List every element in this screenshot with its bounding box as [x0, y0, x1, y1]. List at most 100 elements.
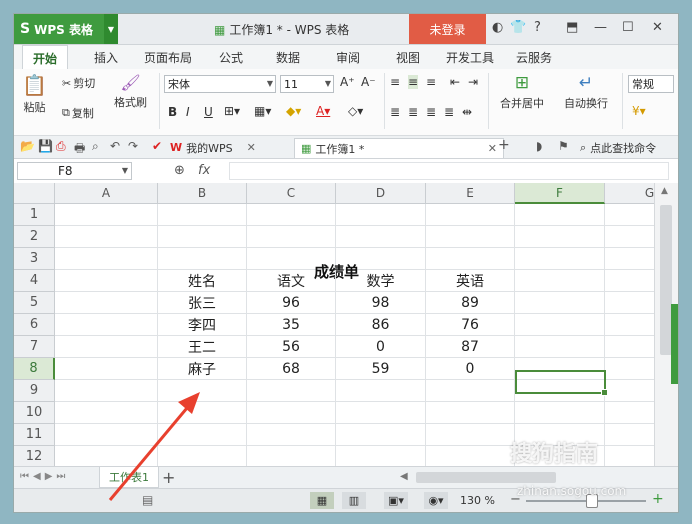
column-header-a[interactable]: A — [55, 183, 158, 204]
data-cell[interactable]: 李四 — [158, 314, 247, 336]
row-header-7[interactable]: 7 — [14, 336, 55, 358]
grid-cell[interactable] — [55, 204, 158, 226]
grid-cell[interactable] — [247, 446, 336, 466]
skin-icon[interactable]: ◐ — [492, 20, 503, 35]
grid-cell[interactable] — [158, 446, 247, 466]
grid-cell[interactable] — [158, 204, 247, 226]
fill-pattern-icon[interactable]: ▦▾ — [254, 104, 271, 118]
data-cell[interactable]: 76 — [426, 314, 515, 336]
scroll-up-icon[interactable]: ▲ — [661, 186, 668, 196]
italic-icon[interactable]: I — [186, 105, 190, 119]
data-cell[interactable]: 麻子 — [158, 358, 247, 380]
grid-cell[interactable] — [55, 446, 158, 466]
name-box[interactable]: F8 ▼ — [17, 162, 132, 180]
grid-cell[interactable] — [426, 446, 515, 466]
grid-cell[interactable] — [55, 402, 158, 424]
copy-button[interactable]: ⧉ 复制 — [62, 105, 94, 121]
row-header-6[interactable]: 6 — [14, 314, 55, 336]
wrap-text-button[interactable]: ↵ 自动换行 — [564, 73, 608, 111]
side-panel-handle[interactable] — [671, 304, 678, 384]
align-right-icon[interactable]: ≣ — [426, 105, 436, 119]
fx-icon[interactable]: fx — [198, 163, 210, 178]
data-cell[interactable]: 数学 — [336, 270, 426, 292]
help-icon[interactable]: ? — [534, 20, 541, 35]
grid-cell[interactable] — [426, 226, 515, 248]
data-cell[interactable]: 98 — [336, 292, 426, 314]
close-icon[interactable]: ✕ — [652, 20, 663, 35]
font-color-icon[interactable]: A▾ — [316, 104, 330, 118]
new-tab-icon[interactable]: + — [498, 137, 510, 153]
grid-cell[interactable] — [247, 226, 336, 248]
pdf-icon[interactable]: ⎙ — [56, 139, 66, 154]
grid-cell[interactable] — [605, 292, 654, 314]
zoom-in-icon[interactable]: + — [652, 491, 664, 507]
indent-decrease-icon[interactable]: ⇤ — [450, 75, 460, 89]
column-header-b[interactable]: B — [158, 183, 247, 204]
grid-cell[interactable] — [247, 402, 336, 424]
column-header-g[interactable]: G — [605, 183, 654, 204]
grid-cell[interactable] — [158, 424, 247, 446]
sheet-nav-arrows-icon[interactable]: ⏮◀▶⏭ — [20, 471, 69, 482]
tab-my-wps[interactable]: W 我的WPS ✕ — [170, 138, 256, 157]
data-cell[interactable]: 语文 — [247, 270, 336, 292]
tab-cloud[interactable]: 云服务 — [516, 45, 552, 69]
tab-developer[interactable]: 开发工具 — [446, 45, 494, 69]
grid-cell[interactable] — [55, 248, 158, 270]
row-header-3[interactable]: 3 — [14, 248, 55, 270]
grid-cell[interactable] — [55, 336, 158, 358]
save-icon[interactable]: 💾 — [38, 139, 53, 153]
grid-cell[interactable] — [158, 248, 247, 270]
data-cell[interactable]: 姓名 — [158, 270, 247, 292]
grid-cell[interactable] — [426, 204, 515, 226]
row-header-1[interactable]: 1 — [14, 204, 55, 226]
column-header-f[interactable]: F — [515, 183, 605, 204]
open-folder-icon[interactable]: 📂 — [20, 139, 35, 153]
grid-cell[interactable] — [336, 402, 426, 424]
row-header-2[interactable]: 2 — [14, 226, 55, 248]
tab-data[interactable]: 数据 — [276, 45, 300, 69]
grid-cell[interactable] — [247, 424, 336, 446]
grid-cell[interactable] — [55, 314, 158, 336]
indent-increase-icon[interactable]: ⇥ — [468, 75, 478, 89]
maximize-icon[interactable]: ☐ — [622, 20, 634, 35]
tab-home[interactable]: 开始 — [22, 45, 69, 71]
grid-cell[interactable] — [605, 204, 654, 226]
fill-handle[interactable] — [601, 389, 608, 396]
data-cell[interactable]: 96 — [247, 292, 336, 314]
data-cell[interactable]: 59 — [336, 358, 426, 380]
data-cell[interactable]: 0 — [426, 358, 515, 380]
align-left-icon[interactable]: ≣ — [390, 105, 400, 119]
tab-page-layout[interactable]: 页面布局 — [144, 45, 192, 69]
grid-cell[interactable] — [605, 358, 654, 380]
grid-cell[interactable] — [336, 226, 426, 248]
macro-icon[interactable]: ▤ — [142, 493, 153, 507]
data-cell[interactable]: 英语 — [426, 270, 515, 292]
grid-cell[interactable] — [336, 424, 426, 446]
row-header-4[interactable]: 4 — [14, 270, 55, 292]
fill-color-icon[interactable]: ◆▾ — [286, 104, 301, 118]
font-name-select[interactable]: 宋体 ▼ — [164, 75, 276, 93]
currency-icon[interactable]: ¥▾ — [632, 104, 646, 118]
reading-mode-button[interactable]: ◉▾ — [424, 492, 448, 509]
horizontal-scroll-thumb[interactable] — [416, 472, 556, 483]
login-button[interactable]: 未登录 — [409, 14, 486, 44]
grid-cell[interactable] — [515, 226, 605, 248]
row-header-12[interactable]: 12 — [14, 446, 55, 466]
data-cell[interactable]: 68 — [247, 358, 336, 380]
row-header-10[interactable]: 10 — [14, 402, 55, 424]
grid-cell[interactable] — [55, 380, 158, 402]
grid-cell[interactable] — [336, 380, 426, 402]
normal-view-button[interactable]: ▦ — [310, 492, 334, 509]
grid-cell[interactable] — [605, 248, 654, 270]
page-break-view-button[interactable]: ▣▾ — [384, 492, 408, 509]
grid-cell[interactable] — [426, 380, 515, 402]
data-cell[interactable]: 0 — [336, 336, 426, 358]
grid-cell[interactable] — [515, 402, 605, 424]
grid-cell[interactable] — [515, 336, 605, 358]
grid-cell[interactable] — [605, 424, 654, 446]
grid-cell[interactable] — [336, 204, 426, 226]
grid-cell[interactable] — [55, 292, 158, 314]
grid-cell[interactable] — [158, 402, 247, 424]
column-header-d[interactable]: D — [336, 183, 426, 204]
close-icon[interactable]: ✕ — [247, 141, 256, 154]
